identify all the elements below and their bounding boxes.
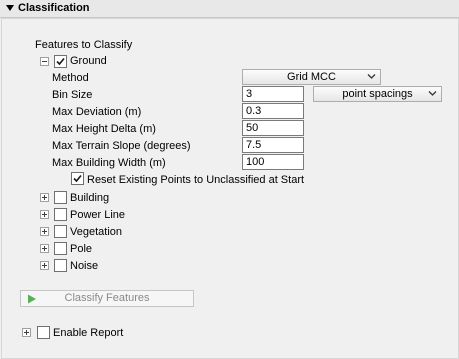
bin-size-label: Bin Size [52,89,93,101]
ground-label: Ground [70,55,107,67]
noise-checkbox[interactable] [54,259,67,272]
pole-expand-icon[interactable] [40,244,49,253]
check-icon [56,57,65,66]
vegetation-expand-icon[interactable] [40,227,49,236]
bin-size-unit-select[interactable]: point spacings [313,86,442,102]
max-height-delta-label: Max Height Delta (m) [52,123,156,135]
method-label: Method [52,72,89,84]
enable-report-label: Enable Report [53,327,124,339]
pole-label: Pole [70,243,93,255]
vegetation-checkbox[interactable] [54,225,67,238]
reset-points-label: Reset Existing Points to Unclassified at… [87,174,305,186]
power-line-expand-icon[interactable] [40,210,49,219]
features-heading: Features to Classify [35,39,133,51]
check-icon [73,174,82,183]
classify-features-label: Classify Features [64,292,150,304]
report-expand-icon[interactable] [22,328,31,337]
reset-points-checkbox[interactable] [71,172,84,185]
enable-report-checkbox[interactable] [37,326,50,339]
max-height-delta-input[interactable]: 50 [242,120,304,136]
section-header[interactable]: Classification [0,0,459,18]
method-value: Grid MCC [287,71,336,83]
bin-size-input[interactable]: 3 [242,86,304,102]
ground-collapse-icon[interactable] [40,57,49,66]
max-terrain-slope-input[interactable]: 7.5 [242,137,304,153]
method-select[interactable]: Grid MCC [242,69,381,85]
power-line-label: Power Line [70,209,126,221]
vegetation-label: Vegetation [70,226,122,238]
max-deviation-input[interactable]: 0.3 [242,103,304,119]
building-checkbox[interactable] [54,191,67,204]
max-building-width-label: Max Building Width (m) [52,157,166,169]
noise-expand-icon[interactable] [40,261,49,270]
ground-checkbox[interactable] [54,55,67,68]
building-label: Building [70,192,110,204]
chevron-down-icon [428,91,437,96]
classify-features-button[interactable]: Classify Features [20,290,194,307]
chevron-down-icon [367,74,376,79]
max-terrain-slope-label: Max Terrain Slope (degrees) [52,140,191,152]
section-title: Classification [18,2,90,14]
max-building-width-input[interactable]: 100 [242,154,304,170]
classification-panel: Features to Classify Ground Method Grid … [1,18,459,359]
bin-size-unit-value: point spacings [342,88,413,100]
noise-label: Noise [70,260,99,272]
pole-checkbox[interactable] [54,242,67,255]
building-expand-icon[interactable] [40,193,49,202]
max-deviation-label: Max Deviation (m) [52,106,142,118]
power-line-checkbox[interactable] [54,208,67,221]
collapse-arrow-icon[interactable] [5,3,15,13]
